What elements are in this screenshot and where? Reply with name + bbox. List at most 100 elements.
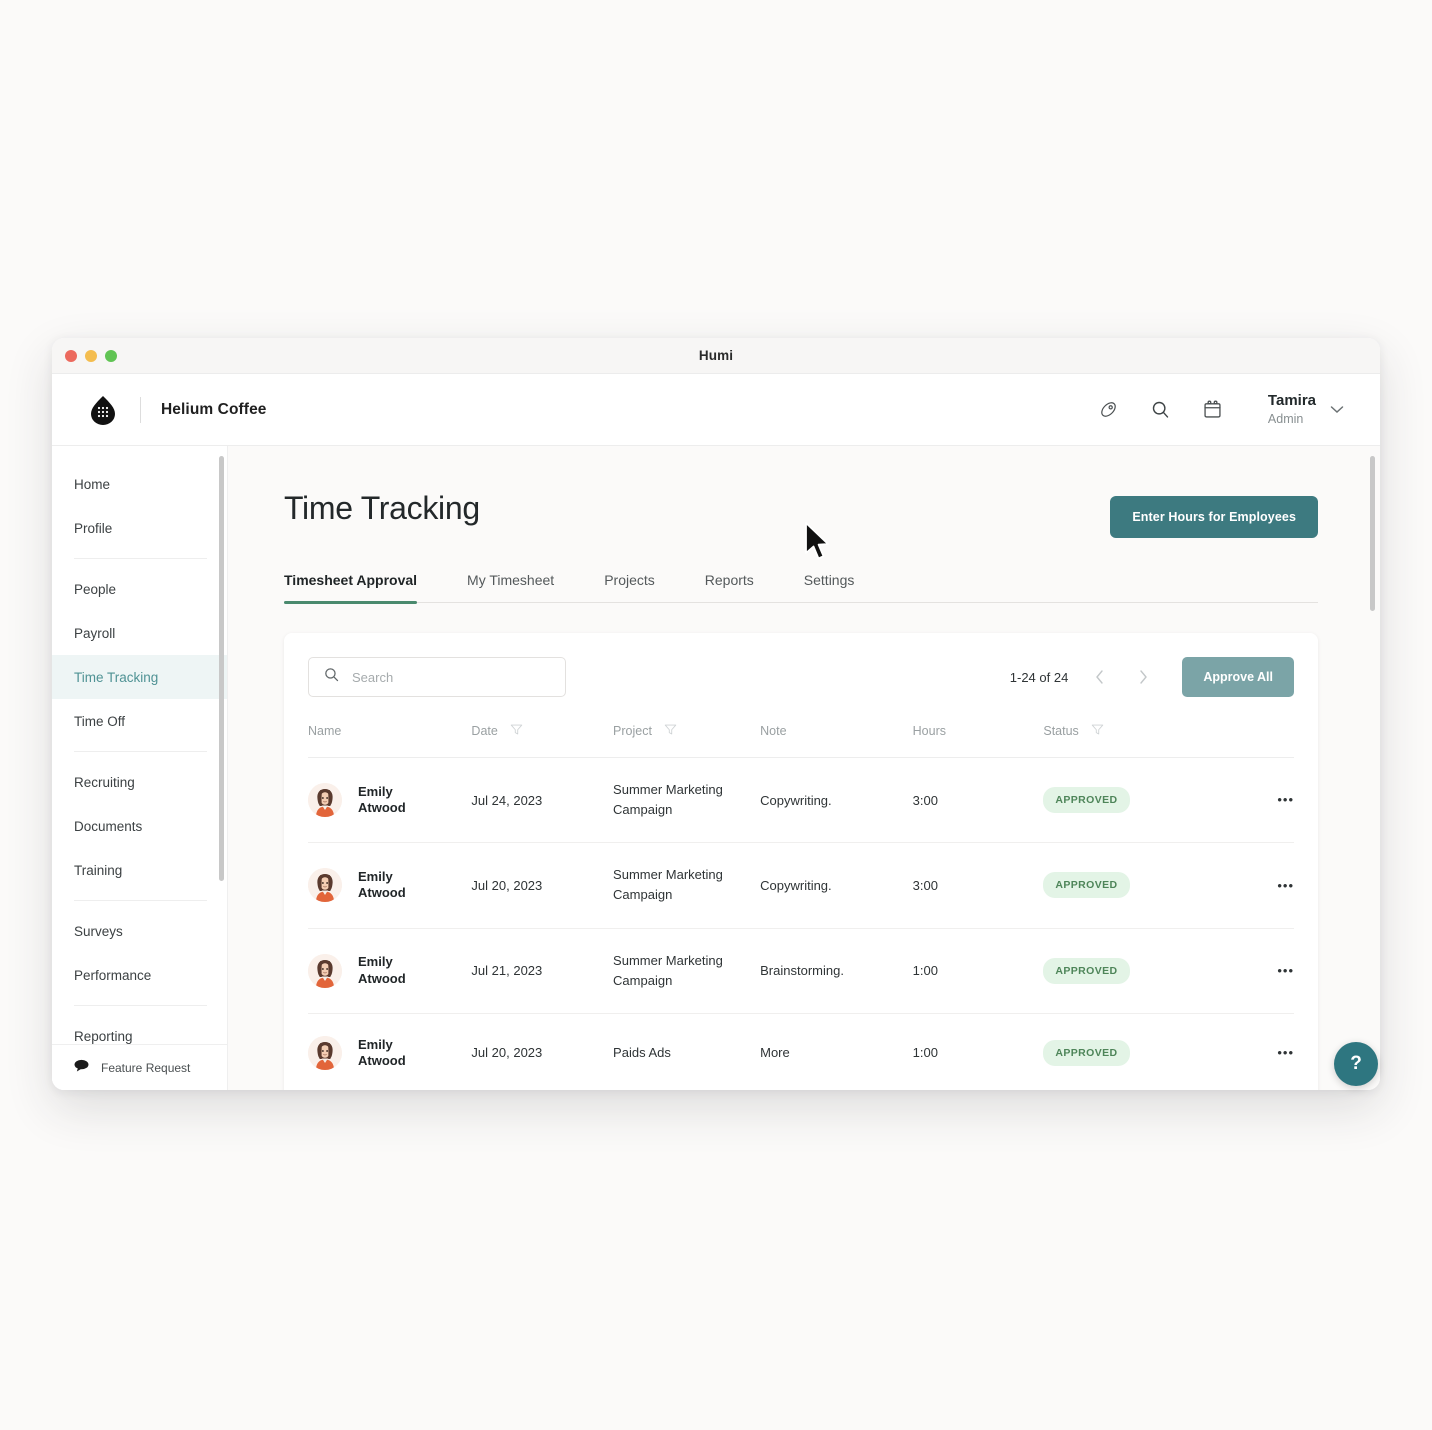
help-button[interactable]: ? <box>1334 1042 1378 1086</box>
row-actions-menu[interactable]: ••• <box>1206 757 1294 844</box>
sidebar-item-people[interactable]: People <box>52 567 227 611</box>
sidebar-item-documents[interactable]: Documents <box>52 804 227 848</box>
row-actions-menu[interactable]: ••• <box>1206 928 1294 1014</box>
search-icon <box>323 666 340 688</box>
sidebar-item-label: Profile <box>74 520 113 536</box>
cell-date: Jul 24, 2023 <box>471 757 614 844</box>
sidebar-item-reporting[interactable]: Reporting <box>52 1014 227 1044</box>
row-actions-menu[interactable]: ••• <box>1206 842 1294 929</box>
row-actions-menu[interactable]: ••• <box>1206 1013 1294 1090</box>
table-row[interactable]: Emily Atwood Jul 20, 2023 Summer Marketi… <box>308 842 1294 929</box>
table-row[interactable]: Emily Atwood Jul 24, 2023 Summer Marketi… <box>308 757 1294 844</box>
cell-hours: 3:00 <box>912 757 1044 844</box>
brand[interactable]: Helium Coffee <box>86 393 267 427</box>
table-row[interactable]: Emily Atwood Jul 21, 2023 Summer Marketi… <box>308 928 1294 1014</box>
sidebar-item-profile[interactable]: Profile <box>52 506 227 550</box>
search-icon[interactable] <box>1148 397 1174 423</box>
main-scrollbar[interactable] <box>1370 456 1375 611</box>
avatar <box>308 783 342 818</box>
sidebar-item-label: Recruiting <box>74 774 135 790</box>
sidebar-item-label: Performance <box>74 967 152 983</box>
app-body: Home Profile People Payroll Time Trackin… <box>52 446 1380 1090</box>
timesheet-card: 1-24 of 24 Approve All <box>284 633 1318 1090</box>
chevron-down-icon[interactable] <box>1330 403 1344 417</box>
calendar-icon[interactable] <box>1200 397 1226 423</box>
window-titlebar: Humi <box>52 338 1380 374</box>
cell-date: Jul 21, 2023 <box>471 928 614 1014</box>
sidebar-group-4: Surveys Performance <box>52 909 227 997</box>
filter-icon[interactable] <box>1091 723 1104 739</box>
sidebar-item-surveys[interactable]: Surveys <box>52 909 227 953</box>
col-actions <box>1206 723 1294 758</box>
col-label: Hours <box>912 724 946 738</box>
cell-project: Summer Marketing Campaign <box>613 842 761 929</box>
avatar <box>308 868 342 903</box>
employee-name: Emily Atwood <box>358 954 406 986</box>
status-badge: APPROVED <box>1043 787 1130 814</box>
sidebar-divider <box>74 1005 207 1006</box>
user-menu[interactable]: Tamira Admin <box>1268 392 1344 427</box>
speech-bubble-icon <box>74 1059 89 1077</box>
feature-request-label: Feature Request <box>101 1060 191 1075</box>
col-note: Note <box>760 723 913 758</box>
sidebar-item-payroll[interactable]: Payroll <box>52 611 227 655</box>
prev-page-button[interactable] <box>1086 664 1112 690</box>
col-hours: Hours <box>912 723 1044 758</box>
sidebar-item-label: Time Tracking <box>74 669 159 685</box>
search-box[interactable] <box>308 657 566 697</box>
table-body: Emily Atwood Jul 24, 2023 Summer Marketi… <box>308 757 1294 1090</box>
sidebar-divider <box>74 558 207 559</box>
sidebar-scroll-area: Home Profile People Payroll Time Trackin… <box>52 446 227 1044</box>
status-badge: APPROVED <box>1043 957 1130 984</box>
status-badge: APPROVED <box>1043 872 1130 899</box>
table-head: Name Date Project Note Hours Status <box>308 723 1294 758</box>
sidebar-scrollbar[interactable] <box>219 456 224 881</box>
filter-icon[interactable] <box>510 723 523 739</box>
cell-note: More <box>760 1013 913 1090</box>
tab-projects[interactable]: Projects <box>604 572 655 602</box>
sidebar: Home Profile People Payroll Time Trackin… <box>52 446 228 1090</box>
sidebar-item-time-tracking[interactable]: Time Tracking <box>52 655 227 699</box>
search-input[interactable] <box>352 669 551 685</box>
sidebar-item-home[interactable]: Home <box>52 462 227 506</box>
humi-droplet-logo-icon <box>86 393 120 427</box>
table-row[interactable]: Emily Atwood Jul 20, 2023 Paids Ads More… <box>308 1013 1294 1090</box>
employee-name: Emily Atwood <box>358 783 406 816</box>
sidebar-item-time-off[interactable]: Time Off <box>52 699 227 743</box>
screen: Humi Helium Coffee Tamira Admin Home Pro… <box>0 0 1432 1430</box>
status-badge: APPROVED <box>1043 1039 1130 1066</box>
filter-icon[interactable] <box>664 723 677 739</box>
company-name: Helium Coffee <box>161 400 267 418</box>
col-label: Project <box>613 724 652 738</box>
next-page-button[interactable] <box>1130 664 1156 690</box>
sidebar-item-training[interactable]: Training <box>52 848 227 892</box>
sidebar-item-label: Surveys <box>74 923 123 939</box>
tab-my-timesheet[interactable]: My Timesheet <box>467 572 554 602</box>
sidebar-item-label: Reporting <box>74 1028 133 1044</box>
page-header-row: Time Tracking Enter Hours for Employees <box>284 490 1318 538</box>
cell-project: Summer Marketing Campaign <box>613 757 761 844</box>
rocket-icon[interactable] <box>1096 397 1122 423</box>
sidebar-item-label: Home <box>74 476 111 492</box>
cell-name: Emily Atwood <box>308 757 472 844</box>
cell-note: Brainstorming. <box>760 928 913 1014</box>
cell-project: Summer Marketing Campaign <box>613 928 761 1014</box>
toolbar-right: 1-24 of 24 Approve All <box>1010 657 1294 697</box>
table-header-row: Name Date Project Note Hours Status <box>308 723 1294 758</box>
main-content: Time Tracking Enter Hours for Employees … <box>228 446 1380 1090</box>
feature-request-button[interactable]: Feature Request <box>52 1044 227 1090</box>
sidebar-item-recruiting[interactable]: Recruiting <box>52 760 227 804</box>
cell-date: Jul 20, 2023 <box>471 1013 614 1090</box>
tab-label: Projects <box>604 572 655 588</box>
sidebar-item-performance[interactable]: Performance <box>52 953 227 997</box>
enter-hours-button[interactable]: Enter Hours for Employees <box>1110 496 1318 538</box>
col-label: Status <box>1043 724 1079 738</box>
sidebar-item-label: Training <box>74 862 123 878</box>
tab-timesheet-approval[interactable]: Timesheet Approval <box>284 572 418 604</box>
tab-label: Reports <box>704 572 754 588</box>
tab-settings[interactable]: Settings <box>804 572 855 602</box>
approve-all-button[interactable]: Approve All <box>1182 657 1294 697</box>
col-label: Note <box>760 724 787 738</box>
employee-name: Emily Atwood <box>358 869 406 901</box>
tab-reports[interactable]: Reports <box>705 572 754 602</box>
